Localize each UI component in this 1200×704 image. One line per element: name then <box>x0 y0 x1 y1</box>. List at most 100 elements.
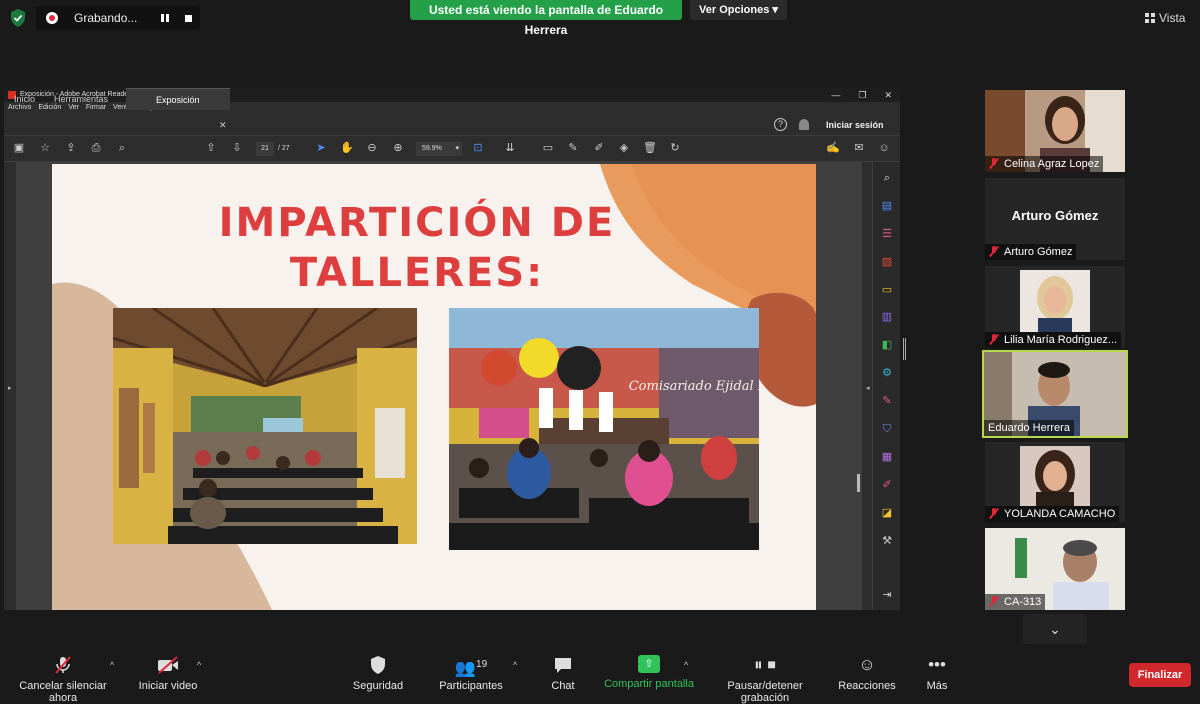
close-tab-icon[interactable]: ✕ <box>219 120 227 131</box>
comment-tool-icon[interactable]: ▭ <box>880 283 894 297</box>
zoom-select[interactable]: 59.9% <box>416 142 462 156</box>
participant-tile[interactable]: Arturo Gómez Arturo Gómez <box>985 178 1125 260</box>
muted-mic-icon <box>989 246 999 256</box>
view-options-button[interactable]: Ver Opciones ▾ <box>690 0 787 20</box>
more-tools-icon[interactable]: ⚒ <box>880 534 894 548</box>
bookmark-star-icon[interactable]: ☆ <box>38 141 52 155</box>
workshop-photo-mural: Comisariado Ejidal Isale <box>449 308 759 550</box>
tab-exposicion[interactable]: Exposición <box>126 88 230 110</box>
stop-recording-icon[interactable] <box>185 15 192 22</box>
participant-tile[interactable]: Celina Agraz Lopez <box>985 90 1125 172</box>
participants-options-caret[interactable]: ^ <box>513 660 517 670</box>
mic-options-caret[interactable]: ^ <box>110 660 114 670</box>
close-window-button[interactable]: ✕ <box>884 88 892 102</box>
record-icon <box>46 12 58 24</box>
shield-tool-icon[interactable]: ⛉ <box>880 422 894 436</box>
expand-panel-icon[interactable]: ⇥ <box>880 588 894 602</box>
page-number-input[interactable]: 21 <box>256 142 274 156</box>
participant-name: Celina Agraz Lopez <box>985 156 1104 172</box>
compress-icon[interactable]: ◧ <box>880 338 894 352</box>
scrollbar-thumb[interactable] <box>857 474 860 492</box>
tab-bar <box>4 114 900 136</box>
pause-recording-icon[interactable] <box>160 12 170 24</box>
panel-resize-handle[interactable] <box>903 338 906 360</box>
reactions-button[interactable]: ☺ Reacciones <box>838 655 896 692</box>
workshop-photo-hall <box>113 308 417 544</box>
participant-name: Eduardo Herrera <box>984 420 1074 436</box>
page-total: / 27 <box>278 145 290 152</box>
comment-icon[interactable]: ▭ <box>541 141 555 155</box>
muted-mic-icon <box>989 334 999 344</box>
scan-icon[interactable]: ▥ <box>880 310 894 324</box>
tab-inicio[interactable]: Inicio <box>14 88 35 110</box>
video-off-icon <box>158 656 178 674</box>
scroll-mode-icon[interactable]: ⇊ <box>503 141 517 155</box>
security-button[interactable]: Seguridad <box>348 655 408 692</box>
participant-tile[interactable]: Lilia María Rodriguez... <box>985 266 1125 348</box>
more-button[interactable]: ••• Más <box>920 655 954 692</box>
bell-icon[interactable] <box>799 119 809 130</box>
page-down-icon[interactable]: ⇩ <box>230 141 244 155</box>
chat-button[interactable]: Chat <box>543 655 583 692</box>
zoom-in-icon[interactable]: ⊕ <box>391 141 405 155</box>
shield-icon[interactable] <box>8 8 28 28</box>
form-tool-icon[interactable]: ▦ <box>880 450 894 464</box>
fill-sign-icon[interactable]: ✍ <box>826 141 840 155</box>
window-controls: — ❐ ✕ <box>831 88 892 102</box>
fit-page-icon[interactable]: ⊡ <box>471 141 485 155</box>
organize-pages-icon[interactable]: ☰ <box>880 227 894 241</box>
save-icon[interactable]: ▣ <box>12 141 26 155</box>
unmute-button[interactable]: Cancelar silenciar ahora <box>4 655 122 704</box>
help-icon[interactable]: ? <box>774 118 787 131</box>
delete-icon[interactable]: 🗑 <box>643 141 657 155</box>
video-options-caret[interactable]: ^ <box>197 660 201 670</box>
participant-name: Lilia María Rodriguez... <box>985 332 1122 348</box>
participant-tile-active-speaker[interactable]: Eduardo Herrera <box>982 350 1128 438</box>
emoji-icon: ☺ <box>858 655 876 674</box>
pause-stop-recording-button[interactable]: ⏸ ⏹ Pausar/detener grabación <box>702 655 828 704</box>
participants-button[interactable]: 👥19 Participantes <box>434 655 508 692</box>
zoom-out-icon[interactable]: ⊖ <box>365 141 379 155</box>
chevron-down-icon[interactable]: ⌄ <box>1023 614 1087 644</box>
hand-tool-icon[interactable]: ✋ <box>340 141 354 155</box>
select-cursor-icon[interactable]: ➤ <box>314 141 328 155</box>
minimize-button[interactable]: — <box>831 88 840 102</box>
sign-tool-icon[interactable]: ✎ <box>880 394 894 408</box>
create-pdf-icon[interactable]: ▤ <box>880 199 894 213</box>
export-pdf-icon[interactable]: ▧ <box>880 255 894 269</box>
view-button[interactable]: Vista <box>1145 8 1193 28</box>
protect-icon[interactable]: ⚙ <box>880 366 894 380</box>
right-panel-toggle-icon[interactable]: ◂ <box>866 384 870 392</box>
search-icon[interactable]: ⌕ <box>115 141 129 155</box>
share-options-caret[interactable]: ^ <box>684 660 688 670</box>
upload-icon[interactable]: ⇪ <box>64 141 78 155</box>
page-up-icon[interactable]: ⇧ <box>204 141 218 155</box>
share-screen-icon: ⇧ <box>638 655 660 673</box>
rotate-icon[interactable]: ↻ <box>668 141 682 155</box>
sign-in-button[interactable]: Iniciar sesión <box>826 120 884 130</box>
share-screen-button[interactable]: ⇧ Compartir pantalla <box>602 655 696 690</box>
fill-tool-icon[interactable]: ✐ <box>880 478 894 492</box>
tab-herramientas[interactable]: Herramientas <box>54 88 108 110</box>
end-meeting-button[interactable]: Finalizar <box>1129 663 1191 687</box>
maximize-button[interactable]: ❐ <box>858 88 866 102</box>
stamp-icon[interactable]: ◈ <box>617 141 631 155</box>
share-user-icon[interactable]: ☺ <box>877 141 891 155</box>
start-video-button[interactable]: Iniciar video <box>130 655 206 692</box>
muted-mic-icon <box>989 596 999 606</box>
participant-tile[interactable]: CA-313 <box>985 528 1125 610</box>
muted-mic-icon <box>989 508 999 518</box>
participant-tile[interactable]: YOLANDA CAMACHO <box>985 442 1125 522</box>
mural-sign-text: Comisariado Ejidal Isale <box>629 379 759 394</box>
security-shield-icon <box>371 656 385 674</box>
highlight-pen-icon[interactable]: ✎ <box>566 141 580 155</box>
left-panel-toggle-icon[interactable]: ▸ <box>8 384 12 392</box>
print-icon[interactable]: ⎙ <box>89 141 103 155</box>
zoom-tool-icon[interactable]: ⌕ <box>880 171 894 185</box>
slide-page: IMPARTICIÓN DE TALLERES: Comisariado Eji… <box>52 164 816 610</box>
pause-stop-icon: ⏸ ⏹ <box>754 655 776 674</box>
request-sign-icon[interactable]: ◪ <box>880 506 894 520</box>
acrobat-window: Exposición - Adobe Acrobat Reader DC (32… <box>4 88 900 610</box>
draw-icon[interactable]: ✐ <box>592 141 606 155</box>
mail-icon[interactable]: ✉ <box>852 141 866 155</box>
